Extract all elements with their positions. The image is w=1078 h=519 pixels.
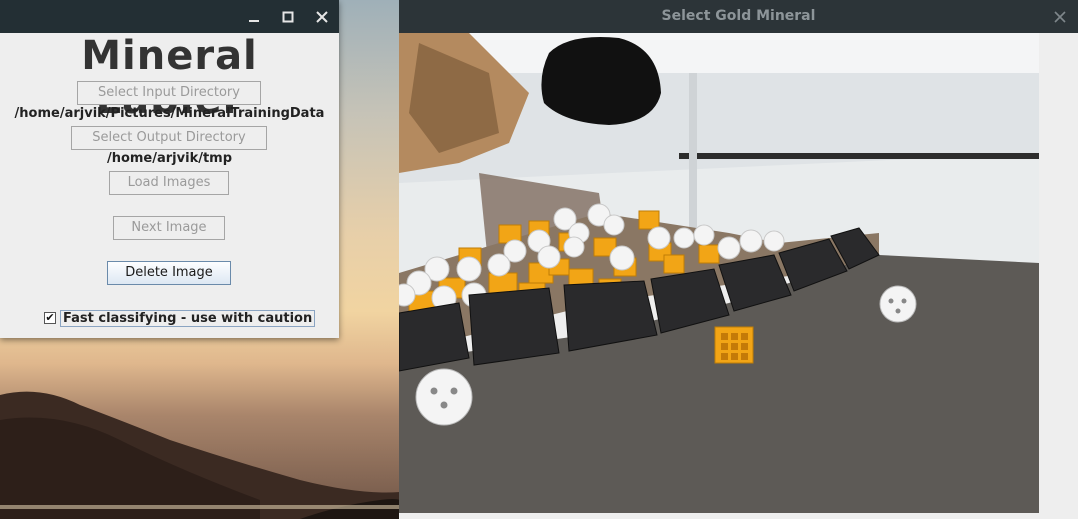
mineral-photo[interactable] xyxy=(399,33,1039,513)
select-output-directory-button[interactable]: Select Output Directory xyxy=(71,126,267,150)
close-icon[interactable] xyxy=(305,0,339,33)
delete-image-button[interactable]: Delete Image xyxy=(107,261,231,285)
next-image-button[interactable]: Next Image xyxy=(113,216,225,240)
window-title: Select Gold Mineral xyxy=(661,8,816,24)
left-window-titlebar[interactable] xyxy=(0,0,339,33)
fast-classifying-checkbox[interactable]: ✔ xyxy=(44,312,56,324)
mineral-labler-window: Mineral Labler Select Input Directory /h… xyxy=(0,0,339,338)
maximize-icon[interactable] xyxy=(271,0,305,33)
output-path-label: /home/arjvik/tmp xyxy=(106,151,233,166)
fast-classifying-row[interactable]: ✔ Fast classifying - use with caution xyxy=(44,309,316,327)
select-gold-mineral-window: Select Gold Mineral xyxy=(399,0,1078,519)
input-path-label: /home/arjvik/Pictures/MineralTrainingDat… xyxy=(14,106,325,121)
fast-classifying-label[interactable]: Fast classifying - use with caution xyxy=(60,309,316,327)
load-images-button[interactable]: Load Images xyxy=(109,171,229,195)
right-window-titlebar[interactable]: Select Gold Mineral xyxy=(399,0,1078,33)
select-input-directory-button[interactable]: Select Input Directory xyxy=(77,81,261,105)
minimize-icon[interactable] xyxy=(237,0,271,33)
close-icon[interactable] xyxy=(1048,0,1072,33)
